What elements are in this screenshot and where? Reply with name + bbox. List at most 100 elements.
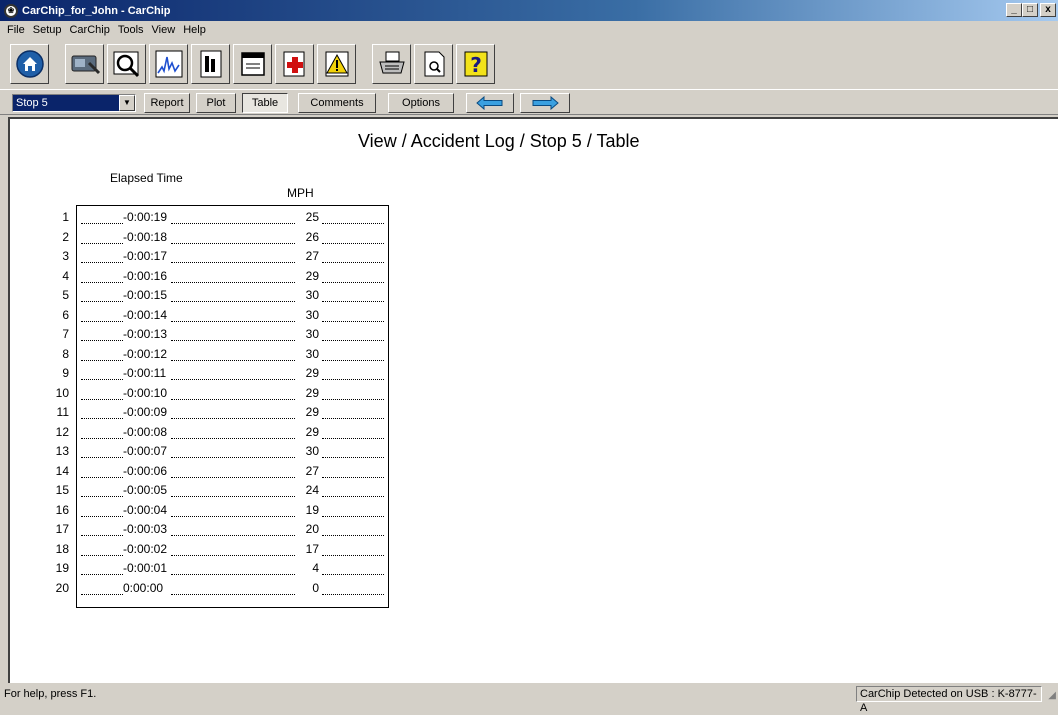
mph-cell: 30 — [299, 288, 319, 302]
download-button[interactable] — [65, 44, 104, 84]
mph-cell: 29 — [299, 385, 319, 400]
leader-dots — [81, 242, 123, 244]
row-number: 13 — [55, 444, 69, 458]
first-aid-button[interactable] — [275, 44, 314, 84]
elapsed-time-cell: -0:00:01 — [123, 561, 168, 575]
home-button[interactable] — [10, 44, 49, 84]
mph-cell: 30 — [299, 327, 319, 341]
window-title: CarChip_for_John - CarChip — [22, 4, 171, 17]
mph-header: MPH — [287, 186, 314, 200]
table-row: 15 -0:00:05 24 — [56, 482, 388, 501]
window-button[interactable] — [233, 44, 272, 84]
leader-dots — [322, 223, 384, 224]
row-number: 15 — [55, 483, 69, 497]
leader-dots — [322, 242, 384, 244]
menu-file[interactable]: File — [4, 24, 30, 36]
menu-carchip[interactable]: CarChip — [66, 24, 114, 36]
table-row: 7 -0:00:13 30 — [62, 326, 388, 345]
menu-setup[interactable]: Setup — [30, 24, 67, 36]
table-view-button[interactable]: Table — [242, 93, 288, 113]
leader-dots — [171, 515, 295, 517]
print-button[interactable] — [372, 44, 411, 84]
report-button[interactable] — [191, 44, 230, 84]
elapsed-time-cell: -0:00:04 — [123, 502, 168, 517]
table-row: 10 -0:00:10 29 — [56, 385, 388, 404]
leader-dots — [171, 340, 295, 341]
leader-dots — [171, 593, 295, 595]
maximize-button[interactable]: □ — [1022, 3, 1038, 17]
row-number: 11 — [56, 405, 69, 419]
comments-label: Comments — [310, 97, 364, 109]
leader-dots — [81, 574, 123, 575]
next-button[interactable] — [520, 93, 570, 113]
elapsed-time-cell: -0:00:17 — [123, 249, 168, 263]
elapsed-time-cell: 0:00:00 — [123, 580, 164, 595]
leader-dots — [322, 418, 384, 419]
report-label: Report — [150, 97, 184, 109]
warning-icon — [325, 51, 348, 77]
leader-dots — [81, 496, 123, 497]
arrow-left-icon — [476, 96, 503, 110]
download-icon — [71, 55, 100, 75]
options-button[interactable]: Options — [388, 93, 454, 113]
leader-dots — [322, 340, 384, 341]
row-number: 20 — [55, 580, 69, 595]
row-number: 14 — [55, 463, 69, 478]
elapsed-time-cell: -0:00:09 — [123, 405, 168, 419]
mph-cell: 30 — [299, 307, 319, 322]
minimize-button[interactable]: _ — [1006, 3, 1022, 17]
report-view-button[interactable]: Report — [144, 93, 190, 113]
table-row: 3 -0:00:17 27 — [62, 248, 388, 267]
mph-cell: 20 — [299, 522, 319, 536]
resize-grip-icon[interactable]: ◢ — [1048, 690, 1056, 701]
row-number: 3 — [62, 249, 69, 263]
leader-dots — [322, 359, 384, 361]
mph-cell: 27 — [299, 463, 319, 478]
elapsed-time-cell: -0:00:15 — [123, 288, 168, 302]
menu-help[interactable]: Help — [180, 24, 211, 36]
print-icon — [378, 51, 405, 74]
leader-dots — [81, 359, 123, 361]
leader-dots — [171, 496, 295, 497]
warning-button[interactable] — [317, 44, 356, 84]
table-row: 16 -0:00:04 19 — [56, 502, 388, 521]
chevron-down-icon[interactable]: ▼ — [119, 95, 135, 111]
leader-dots — [322, 515, 384, 517]
elapsed-time-cell: -0:00:19 — [123, 210, 168, 224]
options-label: Options — [402, 97, 440, 109]
leader-dots — [322, 593, 384, 595]
row-number: 1 — [62, 210, 69, 224]
view-button[interactable] — [107, 44, 146, 84]
close-button[interactable]: x — [1040, 3, 1056, 17]
leader-dots — [81, 476, 123, 478]
leader-dots — [81, 418, 123, 419]
menu-tools[interactable]: Tools — [115, 24, 149, 36]
stop-select-dropdown[interactable]: Stop 5 ▼ — [12, 94, 136, 112]
leader-dots — [81, 301, 123, 302]
row-number: 10 — [55, 385, 69, 400]
leader-dots — [322, 496, 384, 497]
comments-button[interactable]: Comments — [298, 93, 376, 113]
print-preview-icon — [424, 51, 444, 77]
elapsed-time-cell: -0:00:02 — [123, 541, 168, 556]
mph-cell: 19 — [299, 502, 319, 517]
mph-cell: 27 — [299, 249, 319, 263]
plot-view-button[interactable]: Plot — [196, 93, 236, 113]
mph-cell: 29 — [299, 366, 319, 380]
graph-button[interactable] — [149, 44, 188, 84]
carchip-app-icon: ❀ — [4, 3, 18, 18]
print-preview-button[interactable] — [414, 44, 453, 84]
view-title-text: View / Accident Log / Stop 5 / Table — [358, 131, 640, 151]
elapsed-time-cell: -0:00:13 — [123, 327, 168, 341]
menu-view[interactable]: View — [149, 24, 181, 36]
leader-dots — [81, 281, 123, 283]
stop-select-value: Stop 5 — [16, 97, 48, 109]
previous-button[interactable] — [466, 93, 514, 113]
mph-cell: 29 — [299, 405, 319, 419]
table-row: 8 -0:00:12 30 — [62, 346, 388, 365]
row-number: 18 — [55, 541, 69, 556]
leader-dots — [81, 457, 123, 458]
elapsed-time-cell: -0:00:05 — [123, 483, 168, 497]
help-button[interactable]: ? — [456, 44, 495, 84]
help-icon: ? — [464, 51, 487, 77]
